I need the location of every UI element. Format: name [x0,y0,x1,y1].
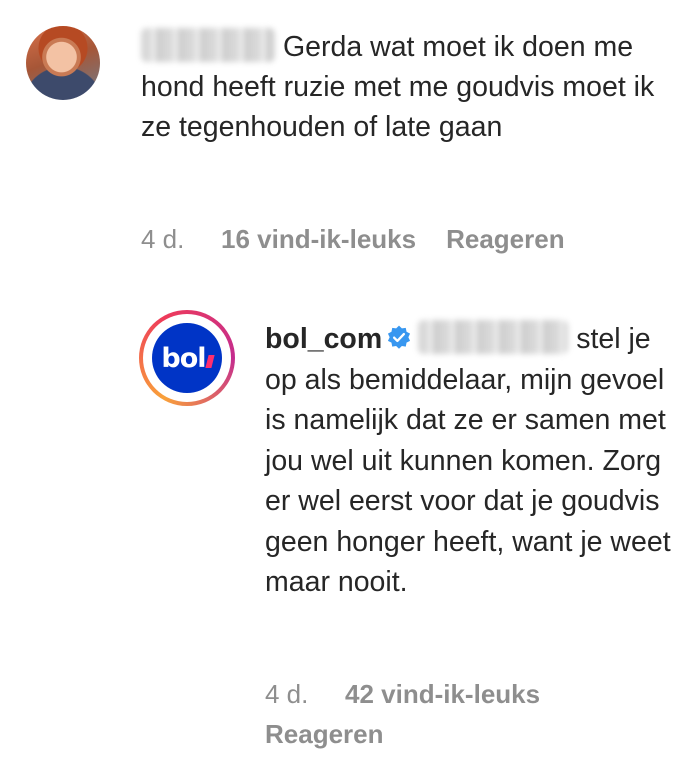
blurred-username[interactable] [141,28,275,62]
comment-body: Gerda wat moet ik doen me hond heeft ruz… [141,27,671,147]
reply-button[interactable]: Reageren [446,224,565,255]
reply-body: bol_com stel je op als bemiddelaar, mijn… [265,319,675,603]
reply-time: 4 d. [265,679,309,709]
reply-comment: bol bol_com stel je op als bemiddelaar, … [0,290,696,768]
reply-username[interactable]: bol_com [265,323,382,355]
verified-badge-icon [388,325,411,349]
bol-logo: bol [161,343,215,374]
commenter-avatar[interactable] [26,26,100,100]
reply-reply-button[interactable]: Reageren [265,714,685,754]
reply-meta: 4 d. 42 vind-ik-leuks Reageren [265,674,685,754]
reply-likes[interactable]: 42 vind-ik-leuks [345,674,540,714]
reply-text: stel je op als bemiddelaar, mijn gevoel … [265,323,671,598]
comment: Gerda wat moet ik doen me hond heeft ruz… [0,0,696,270]
bol-avatar[interactable]: bol [139,310,235,406]
blurred-mention[interactable] [418,320,569,354]
comment-meta: 4 d. 16 vind-ik-leuks Reageren [141,224,565,255]
comment-likes[interactable]: 16 vind-ik-leuks [221,224,416,255]
comment-time: 4 d. [141,224,185,254]
